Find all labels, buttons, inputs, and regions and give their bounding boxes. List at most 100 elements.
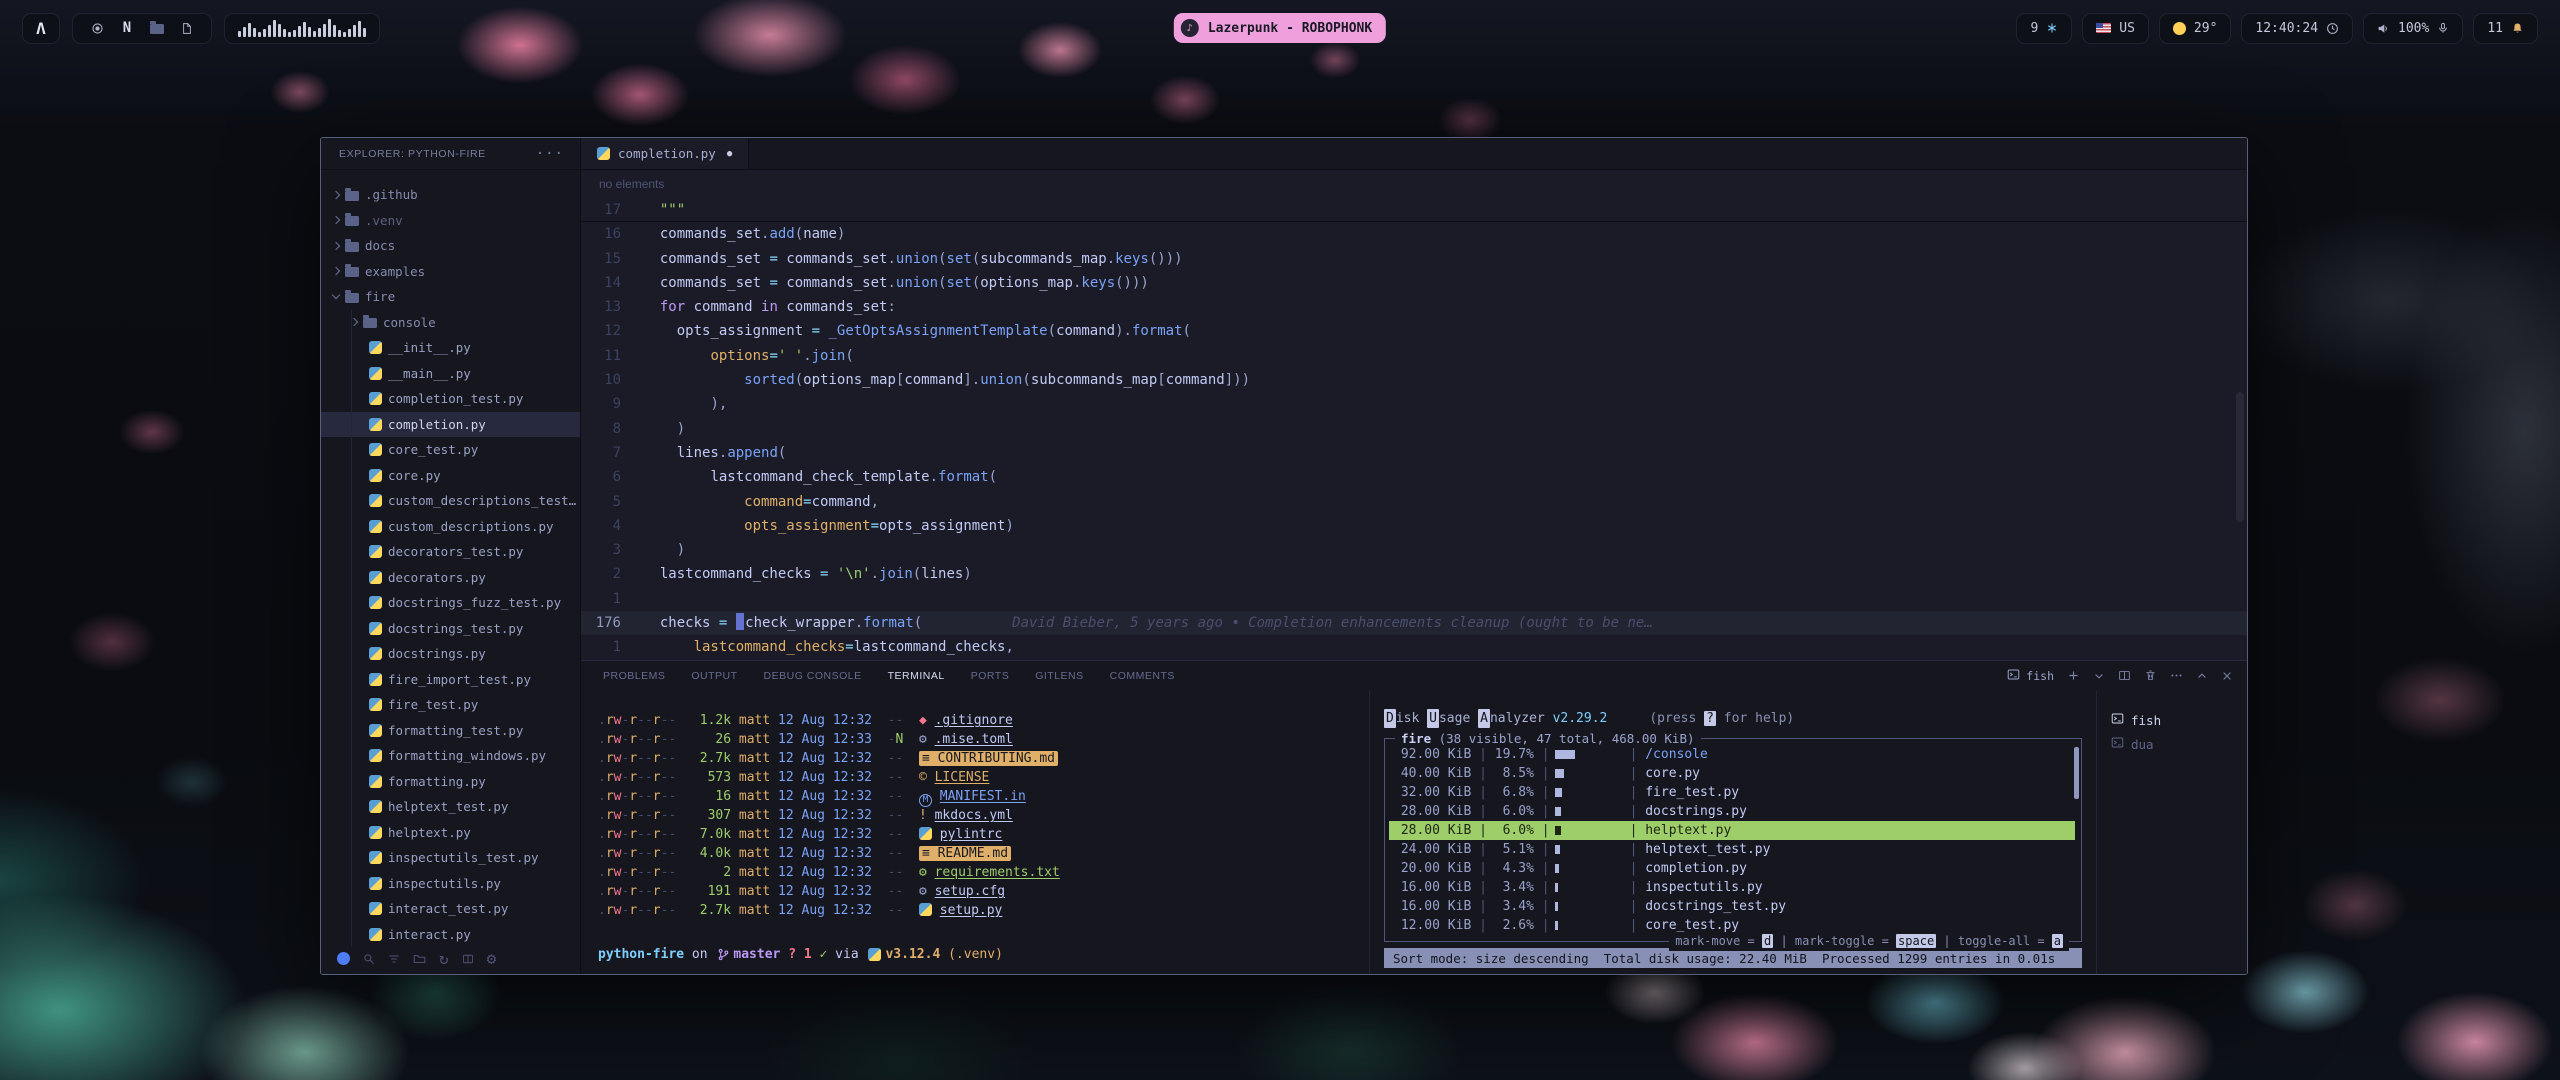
workspace-file-icon[interactable] — [176, 22, 198, 35]
sidebar-item-interact-py[interactable]: interact.py — [321, 922, 580, 948]
sidebar-item-docstrings-py[interactable]: docstrings.py — [321, 641, 580, 667]
dua-row-completion-py[interactable]: 20.00 KiB | 4.3% || completion.py — [1389, 859, 2075, 878]
sidebar-item-docstrings-test-py[interactable]: docstrings_test.py — [321, 616, 580, 642]
sidebar-item-helptext-test-py[interactable]: helptext_test.py — [321, 794, 580, 820]
window-titlebar[interactable]: EXPLORER: PYTHON-FIRE ··· completion.py … — [321, 138, 2247, 170]
workspace-letter-n[interactable]: N — [116, 20, 138, 36]
sidebar-item-formatting-test-py[interactable]: formatting_test.py — [321, 718, 580, 744]
dua-row-helptext-test-py[interactable]: 24.00 KiB | 5.1% || helptext_test.py — [1389, 840, 2075, 859]
sidebar-item-custom-descriptions-test[interactable]: custom_descriptions_test... — [321, 488, 580, 514]
sidebar-item-custom-descriptions-py[interactable]: custom_descriptions.py — [321, 514, 580, 540]
file-link[interactable]: setup.py — [940, 903, 1003, 918]
code-line[interactable]: 6 lastcommand_check_template.format( — [581, 465, 2247, 489]
search-icon[interactable] — [363, 953, 375, 965]
dua-scrollbar[interactable] — [2074, 747, 2079, 799]
panel-tab-debug-console[interactable]: DEBUG CONSOLE — [764, 670, 862, 682]
sidebar-item-fire-import-test-py[interactable]: fire_import_test.py — [321, 667, 580, 693]
more-actions-icon[interactable] — [2170, 667, 2183, 686]
sidebar-item-fire-test-py[interactable]: fire_test.py — [321, 692, 580, 718]
sync-icon[interactable]: ↻ — [439, 949, 449, 968]
launcher-button[interactable]: Λ — [22, 13, 60, 44]
new-terminal-button[interactable] — [2067, 667, 2080, 686]
updates-widget[interactable]: 9 — [2016, 13, 2072, 44]
breadcrumb[interactable]: no elements — [581, 170, 2247, 198]
sidebar-item-init-py[interactable]: __init__.py — [321, 335, 580, 361]
dua-row-fire-test-py[interactable]: 32.00 KiB | 6.8% || fire_test.py — [1389, 783, 2075, 802]
sidebar-item-docs[interactable]: docs — [321, 233, 580, 259]
file-link[interactable]: MANIFEST.in — [940, 789, 1026, 804]
sidebar-item-decorators-py[interactable]: decorators.py — [321, 565, 580, 591]
panel-maximize-icon[interactable] — [2196, 667, 2208, 686]
sidebar-item-examples[interactable]: examples — [321, 259, 580, 285]
modified-dot-icon[interactable]: ● — [727, 149, 732, 159]
sidebar-item-inspectutils-test-py[interactable]: inspectutils_test.py — [321, 845, 580, 871]
sidebar-item-formatting-windows-py[interactable]: formatting_windows.py — [321, 743, 580, 769]
panel-tab-terminal[interactable]: TERMINAL — [888, 670, 945, 682]
sidebar-item-core-test-py[interactable]: core_test.py — [321, 437, 580, 463]
chevron-down-icon[interactable] — [2093, 667, 2105, 686]
workspace-folder-icon[interactable] — [146, 22, 168, 34]
keyboard-layout-widget[interactable]: US — [2082, 13, 2149, 44]
terminal-fish[interactable]: .rw-r--r-- 1.2k matt 12 Aug 12:32 -- ◆ .… — [581, 691, 1369, 974]
filter-icon[interactable] — [388, 953, 400, 965]
folder-icon[interactable] — [413, 952, 426, 965]
sidebar-item-inspectutils-py[interactable]: inspectutils.py — [321, 871, 580, 897]
dua-row-helptext-py[interactable]: 28.00 KiB | 6.0% || helptext.py — [1389, 821, 2075, 840]
sidebar-item-core-py[interactable]: core.py — [321, 463, 580, 489]
code-editor[interactable]: 17 """16 commands_set.add(name)15 comman… — [581, 198, 2247, 660]
code-line[interactable]: 176 checks = check_wrapper.format(David … — [581, 611, 2247, 635]
music-player-widget[interactable]: ♪ Lazerpunk - ROBOPHONK — [1174, 13, 1386, 43]
code-line[interactable]: 4 opts_assignment=opts_assignment) — [581, 514, 2247, 538]
dua-row-core-py[interactable]: 40.00 KiB | 8.5% || core.py — [1389, 764, 2075, 783]
weather-widget[interactable]: 29° — [2159, 13, 2231, 44]
code-line[interactable]: 1 lastcommand_checks=lastcommand_checks, — [581, 635, 2247, 659]
code-line[interactable]: 8 ) — [581, 417, 2247, 441]
sidebar-item-formatting-py[interactable]: formatting.py — [321, 769, 580, 795]
dua-row-docstrings-py[interactable]: 28.00 KiB | 6.0% || docstrings.py — [1389, 802, 2075, 821]
sidebar-item-helptext-py[interactable]: helptext.py — [321, 820, 580, 846]
workspace-record-icon[interactable] — [86, 22, 108, 35]
panel-tab-gitlens[interactable]: GITLENS — [1035, 670, 1083, 682]
panel-close-icon[interactable] — [2221, 667, 2233, 686]
file-link[interactable]: setup.cfg — [935, 884, 1005, 899]
panel-tab-ports[interactable]: PORTS — [971, 670, 1009, 682]
file-link[interactable]: .gitignore — [935, 713, 1013, 728]
sidebar-item-github[interactable]: .github — [321, 182, 580, 208]
code-line[interactable]: 5 command=command, — [581, 490, 2247, 514]
panel-tab-problems[interactable]: PROBLEMS — [603, 670, 665, 682]
file-link[interactable]: LICENSE — [935, 770, 990, 785]
shell-prompt[interactable]: python-fire on master ? 1 ✓ via v3.12.4 … — [598, 945, 1369, 964]
code-line[interactable]: 16 commands_set.add(name) — [581, 222, 2247, 246]
code-line[interactable]: 12 opts_assignment = _GetOptsAssignmentT… — [581, 319, 2247, 343]
sidebar-item-docstrings-fuzz-test-py[interactable]: docstrings_fuzz_test.py — [321, 590, 580, 616]
explorer-more-icon[interactable]: ··· — [536, 146, 564, 162]
code-line[interactable]: 11 options=' '.join( — [581, 344, 2247, 368]
sidebar-item-completion-test-py[interactable]: completion_test.py — [321, 386, 580, 412]
file-link[interactable]: .mise.toml — [935, 732, 1013, 747]
file-link[interactable]: CONTRIBUTING.md — [938, 751, 1055, 766]
audio-widget[interactable]: 100% — [2363, 13, 2463, 44]
sidebar-item-completion-py[interactable]: completion.py — [321, 412, 580, 438]
file-link[interactable]: pylintrc — [940, 827, 1003, 842]
system-graph-widget[interactable] — [224, 13, 380, 44]
sidebar-item-venv[interactable]: .venv — [321, 208, 580, 234]
sidebar-item-console[interactable]: console — [321, 310, 580, 336]
notifications-widget[interactable]: 11 — [2473, 13, 2538, 44]
code-line[interactable]: 2 lastcommand_checks = '\n'.join(lines) — [581, 562, 2247, 586]
tab-completion-py[interactable]: completion.py ● — [581, 138, 749, 169]
code-line[interactable]: 14 commands_set = commands_set.union(set… — [581, 271, 2247, 295]
clock-widget[interactable]: 12:40:24 — [2241, 13, 2353, 44]
dua-row-docstrings-test-py[interactable]: 16.00 KiB | 3.4% || docstrings_test.py — [1389, 897, 2075, 916]
layout-icon[interactable] — [462, 953, 474, 965]
file-link[interactable]: mkdocs.yml — [935, 808, 1013, 823]
code-line[interactable]: 13 for command in commands_set: — [581, 295, 2247, 319]
remote-indicator[interactable] — [337, 952, 350, 965]
file-link[interactable]: requirements.txt — [935, 865, 1060, 880]
sidebar-item-interact-test-py[interactable]: interact_test.py — [321, 896, 580, 922]
sidebar-item-decorators-test-py[interactable]: decorators_test.py — [321, 539, 580, 565]
code-line[interactable]: 10 sorted(options_map[command].union(sub… — [581, 368, 2247, 392]
panel-tab-comments[interactable]: COMMENTS — [1110, 670, 1175, 682]
sidebar-item-fire[interactable]: fire — [321, 284, 580, 310]
sidebar-item-main-py[interactable]: __main__.py — [321, 361, 580, 387]
dua-row-inspectutils-py[interactable]: 16.00 KiB | 3.4% || inspectutils.py — [1389, 878, 2075, 897]
